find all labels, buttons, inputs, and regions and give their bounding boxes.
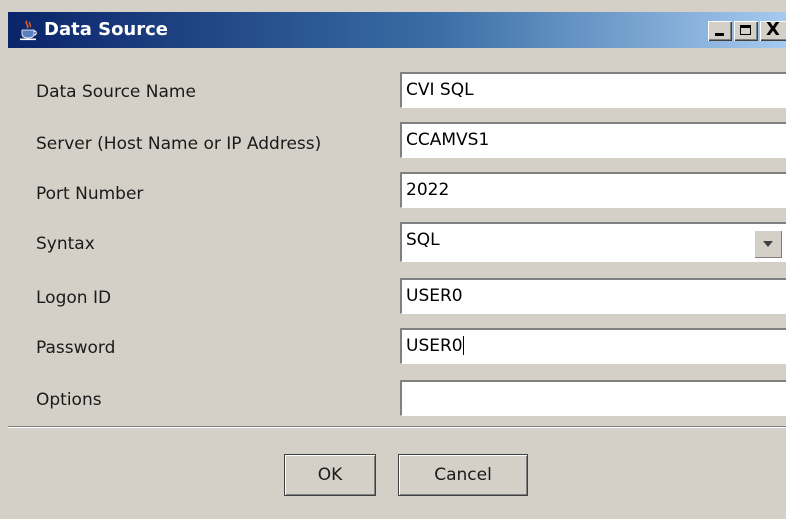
password-field[interactable]: USER0 [400, 328, 786, 364]
options-label: Options [36, 390, 102, 410]
divider [8, 426, 786, 428]
minimize-icon [715, 33, 724, 36]
minimize-button[interactable] [708, 21, 732, 41]
form-row-port: Port Number 2022 [0, 172, 786, 212]
java-cup-icon [20, 20, 37, 41]
form-row-options: Options [0, 380, 786, 420]
cancel-button[interactable]: Cancel [398, 454, 528, 496]
password-value: USER0 [406, 336, 463, 356]
syntax-dropdown-button[interactable] [754, 230, 782, 258]
form-row-data-source-name: Data Source Name CVI SQL [0, 72, 786, 112]
window-title: Data Source [44, 19, 169, 40]
server-value: CCAMVS1 [406, 130, 490, 150]
maximize-icon [740, 25, 751, 35]
server-label: Server (Host Name or IP Address) [36, 134, 322, 154]
syntax-dropdown[interactable]: SQL [400, 222, 786, 262]
data-source-name-value: CVI SQL [406, 80, 474, 100]
maximize-button[interactable] [734, 21, 758, 41]
data-source-name-label: Data Source Name [36, 82, 196, 102]
form-row-server: Server (Host Name or IP Address) CCAMVS1 [0, 122, 786, 162]
chevron-down-icon [763, 241, 773, 247]
form-row-syntax: Syntax SQL [0, 222, 786, 262]
text-cursor [462, 336, 464, 355]
port-value: 2022 [406, 180, 450, 200]
port-field[interactable]: 2022 [400, 172, 786, 208]
data-source-name-field[interactable]: CVI SQL [400, 72, 786, 108]
form-row-password: Password USER0 [0, 328, 786, 368]
syntax-value: SQL [406, 230, 440, 250]
server-field[interactable]: CCAMVS1 [400, 122, 786, 158]
logon-id-label: Logon ID [36, 288, 112, 308]
title-bar[interactable]: Data Source X [8, 12, 786, 48]
form-row-logon-id: Logon ID USER0 [0, 278, 786, 318]
syntax-label: Syntax [36, 234, 95, 254]
options-field[interactable] [400, 380, 786, 416]
close-button[interactable]: X [760, 19, 786, 41]
password-label: Password [36, 338, 116, 358]
logon-id-field[interactable]: USER0 [400, 278, 786, 314]
logon-id-value: USER0 [406, 286, 463, 306]
close-icon: X [766, 19, 780, 40]
port-label: Port Number [36, 184, 144, 204]
data-source-dialog: Data Source X Data Source Name CVI SQL S… [0, 0, 786, 519]
ok-button[interactable]: OK [284, 454, 376, 496]
